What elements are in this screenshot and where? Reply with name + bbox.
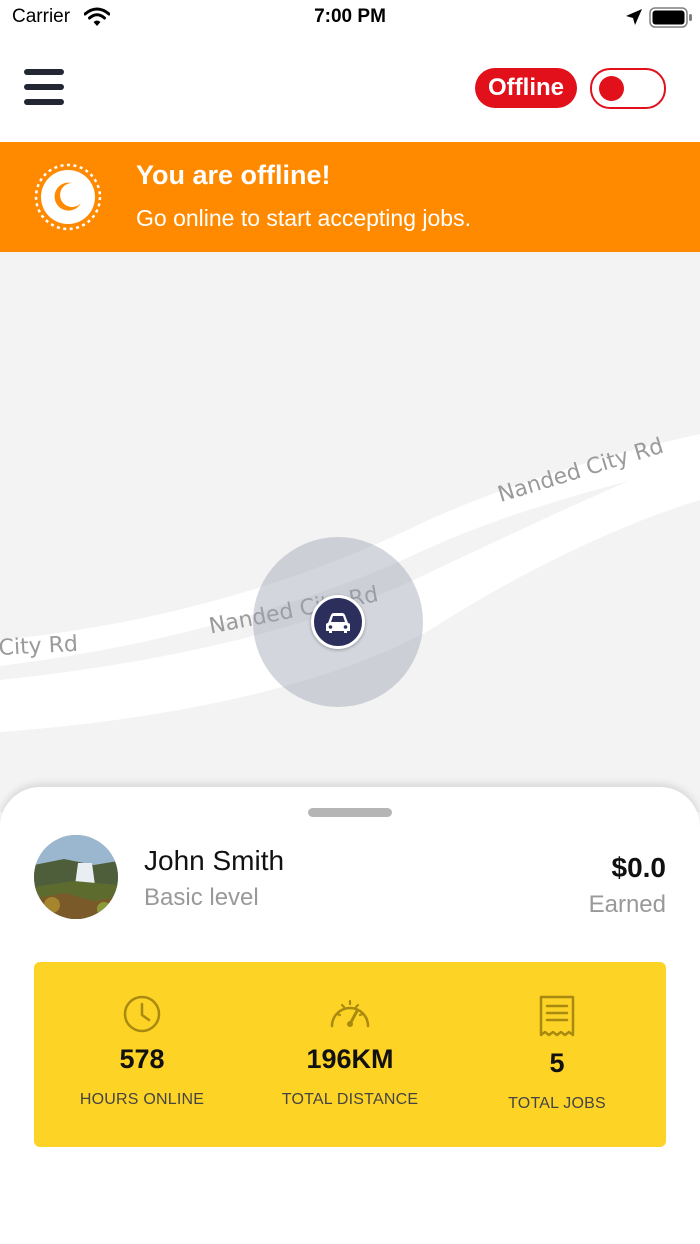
driver-name: John Smith [144,845,285,876]
stat-value: 196KM [306,1044,394,1074]
offline-banner [0,142,700,252]
sheet-drag-handle[interactable] [308,808,392,817]
driver-level: Basic level [144,884,259,911]
banner-subtitle: Go online to start accepting jobs. [136,205,471,231]
speedometer-icon [330,999,370,1028]
stat-value: 5 [549,1048,565,1078]
banner-title: You are offline! [136,160,331,190]
battery-icon [649,7,692,28]
map-roads [0,434,700,732]
hamburger-menu-icon[interactable] [24,67,66,109]
stat-label: HOURS ONLINE [79,1091,205,1108]
earned-amount: $0.0 [611,852,667,883]
road-label: City Rd [0,631,79,661]
clock-time: 7:00 PM [314,6,386,27]
waterfall-avatar-image [34,835,118,919]
online-toggle[interactable] [590,68,666,109]
stat-total-jobs: 5 TOTAL JOBS [452,994,662,1113]
toggle-knob [599,76,624,101]
stat-label: TOTAL DISTANCE [281,1091,419,1108]
stat-value: 578 [119,1044,165,1074]
moon-icon [34,163,102,231]
map-view[interactable]: Nanded City Rd Nanded City Rd City Rd [0,252,700,812]
stat-total-distance: 196KM TOTAL DISTANCE [245,994,455,1109]
stat-label: TOTAL JOBS [508,1095,606,1112]
avatar [34,835,118,919]
clock-icon [123,995,161,1033]
stat-hours-online: 578 HOURS ONLINE [37,994,247,1109]
earned-label: Earned [588,891,666,918]
location-arrow-icon [626,9,642,25]
car-marker[interactable] [311,595,365,649]
status-badge: Offline [475,68,577,108]
status-bar: Carrier 7:00 PM [0,0,700,40]
receipt-icon [539,995,575,1037]
car-icon [326,613,350,633]
